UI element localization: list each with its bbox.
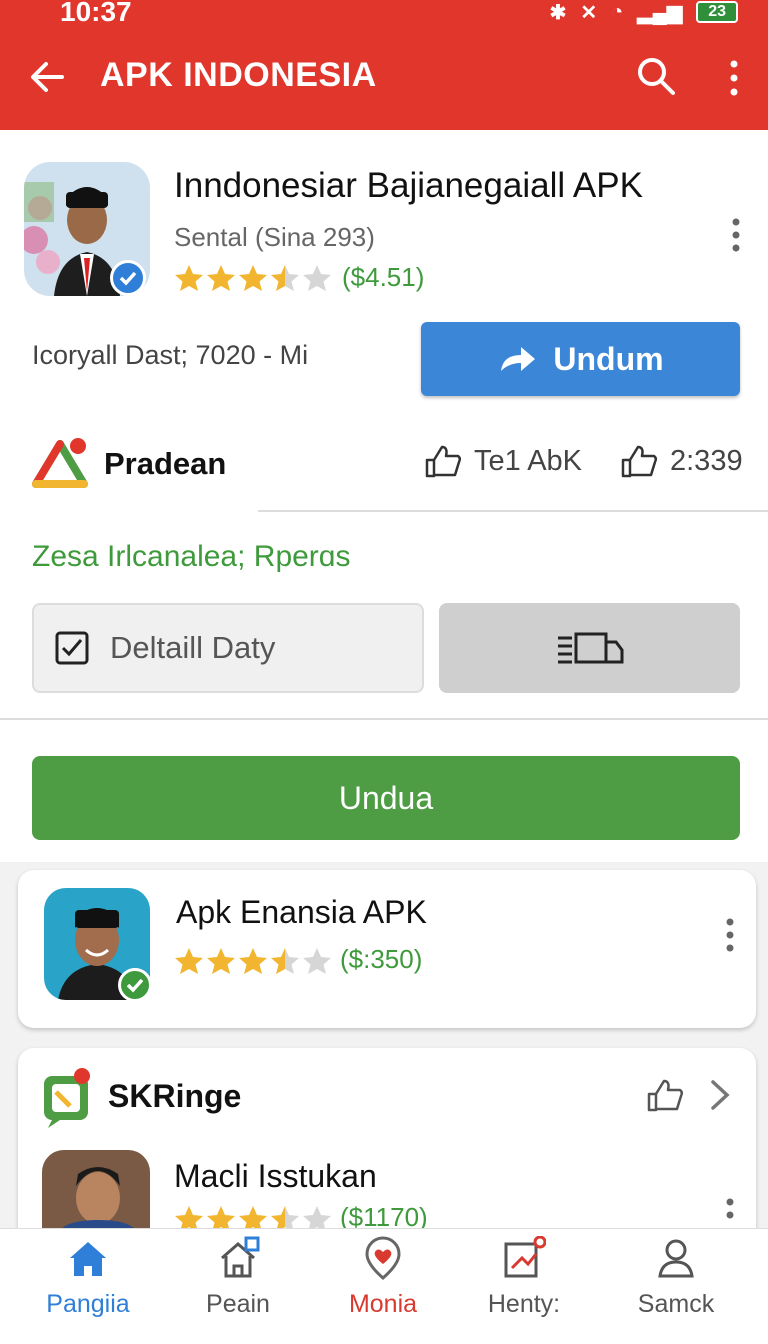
house-outline-icon [221,1236,260,1278]
status-time: 10:37 [60,0,132,27]
check-badge-icon [118,968,152,1002]
share-arrow-icon [501,347,536,371]
install-button-label: Undum [553,340,664,377]
tag-button-2[interactable]: 2:339 [620,444,743,478]
more-vert-icon[interactable] [720,58,748,98]
app-card-2-title: Macli Isstukan [174,1158,377,1194]
checkbox-icon [55,631,89,665]
status-icons: ✱ ✕ ◔ ▂▄▆ 23 [550,0,738,24]
section-divider [0,718,768,720]
delivery-button[interactable] [439,603,740,693]
section-title: SKRinge [108,1078,242,1114]
caption-link[interactable]: Zesa Irlcanalea; Rperɑs [32,540,351,574]
detail-button[interactable]: Deltaill Daty [32,603,424,693]
sk-logo-icon [44,1068,90,1128]
nav-label: Pangiia [46,1290,130,1318]
edit-chart-icon [504,1236,546,1278]
tools-icon: ✕ [580,1,598,24]
home-icon [70,1242,106,1276]
star-icon [207,948,235,974]
star-icon [175,265,203,291]
app-meta: Icoryall Dast; 7020 - Mi [32,340,309,370]
star-icon [239,265,267,291]
verified-badge-icon [110,260,146,296]
app-rating-text: ($4.51) [342,262,425,292]
thumb-up-icon[interactable] [646,1078,684,1112]
person-icon [658,1239,694,1278]
tag-label-2: 2:339 [670,444,743,477]
wifi-icon: ◔ [611,0,624,23]
download-button[interactable]: Undua [32,756,740,840]
app-card-2-more-icon[interactable] [724,1198,736,1226]
nav-label: Henty: [487,1290,561,1318]
app-rating-stars [174,263,332,293]
status-bar: 10:37 ✱ ✕ ◔ ▂▄▆ 23 [0,0,768,28]
app-card-1-more-icon[interactable] [724,918,736,952]
star-icon [175,948,203,974]
truck-icon [557,632,623,664]
nav-item-monia[interactable]: Monia [308,1236,458,1319]
app-card-2-thumbnail[interactable] [42,1150,150,1228]
nav-label: Samck [637,1290,715,1318]
install-button[interactable]: Undum [421,322,740,396]
nav-item-samck[interactable]: Samck [601,1236,751,1319]
search-icon[interactable] [636,56,676,96]
chevron-right-icon[interactable] [708,1078,732,1112]
developer-name: Pradean [104,446,227,481]
star-icon [303,948,331,974]
nav-item-henty[interactable]: Henty: [449,1236,599,1319]
back-arrow-icon[interactable] [26,56,68,98]
detail-button-label: Deltaill Daty [110,630,276,665]
app-bar: 10:37 ✱ ✕ ◔ ▂▄▆ 23 APK INDONESIA [0,0,768,130]
star-icon [303,265,331,291]
nav-item-peain[interactable]: Peain [163,1236,313,1319]
star-icon [271,265,299,291]
thumb-up-icon [425,445,462,478]
nav-label: Peain [206,1290,270,1318]
app-subtitle: Sental (Sina 293) [174,222,375,252]
star-icon [239,948,267,974]
thumb-up-icon [621,445,658,478]
app-more-icon[interactable] [730,218,742,252]
heart-location-icon [365,1236,401,1280]
app-card-1-title: Apk Enansia APK [176,894,427,930]
tag-button-1[interactable]: Te1 AbK [424,444,582,478]
nav-label: Monia [348,1290,418,1318]
divider [258,510,768,512]
app-title: Inndonesiar Bajianegaiall APK [174,166,643,205]
app-card-1-stars [174,946,332,976]
star-icon [271,948,299,974]
developer-logo-icon [32,438,88,488]
app-card-1-rating-text: ($:350) [340,944,423,974]
signal-icon: ▂▄▆ [637,1,683,24]
notification-icon: ✱ [549,1,567,24]
page-title: APK INDONESIA [100,56,377,94]
star-icon [207,265,235,291]
tag-label-1: Te1 AbK [474,444,583,477]
battery-icon: 23 [696,1,738,23]
nav-item-home[interactable]: Pangiia [13,1236,163,1319]
